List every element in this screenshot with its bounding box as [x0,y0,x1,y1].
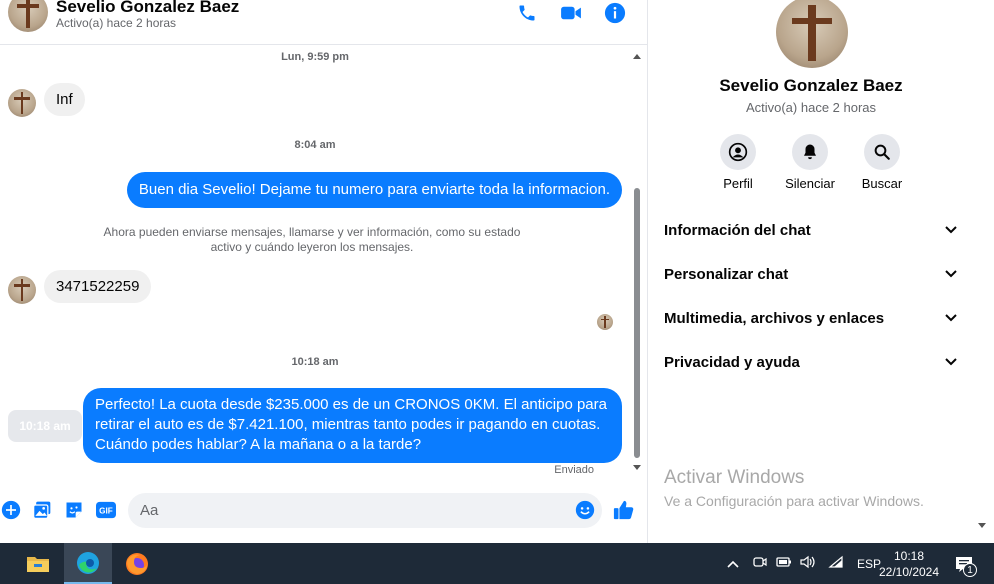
chevron-down-icon [944,355,958,369]
firefox-icon[interactable] [113,543,161,584]
notice-line: Ahora pueden enviarse mensajes, llamarse… [103,225,521,239]
search-label: Buscar [861,176,903,191]
sent-status: Enviado [554,464,594,476]
panel-contact-name: Sevelio Gonzalez Baez [719,76,903,95]
section-chat-info[interactable]: Información del chat [648,210,974,250]
activate-windows-subtitle: Ve a Configuración para activar Windows. [664,493,924,509]
clock-date: 22/10/2024 [878,565,940,579]
add-icon[interactable] [0,499,22,521]
search-button[interactable]: Buscar [846,134,918,191]
notice-line: activo y cuándo leyeron los mensajes. [210,240,414,254]
message-line: Perfecto! La cuota desde $235.000 es de … [95,396,607,413]
section-customize-chat[interactable]: Personalizar chat [648,254,974,294]
photo-icon[interactable] [31,499,53,521]
incoming-message[interactable]: Inf [44,83,85,116]
chat-header: Sevelio Gonzalez Baez Activo(a) hace 2 h… [0,0,647,45]
wifi-icon[interactable] [824,555,848,572]
section-privacy-help[interactable]: Privacidad y ayuda [648,342,974,382]
volume-icon[interactable] [796,555,820,572]
message-input[interactable] [128,493,602,528]
video-icon[interactable] [559,2,583,24]
message-avatar [8,276,36,304]
message-line: Cuándo podes hablar? A la mañana o a la … [95,436,422,453]
bell-icon [792,134,828,170]
message-avatar [8,89,36,117]
encryption-notice: Ahora pueden enviarse mensajes, llamarse… [92,225,532,255]
composer: GIF [0,490,647,532]
edge-icon[interactable] [64,543,112,584]
chevron-down-icon [944,311,958,325]
contact-name[interactable]: Sevelio Gonzalez Baez [56,0,239,17]
timestamp: 8:04 am [294,139,336,151]
contact-avatar[interactable] [8,0,48,32]
windows-taskbar: ESP 10:18 22/10/2024 1 [0,543,994,584]
panel-scroll-down-arrow[interactable] [978,523,986,528]
sticker-icon[interactable] [63,499,85,521]
chat-info-panel: Sevelio Gonzalez Baez Activo(a) hace 2 h… [648,0,994,543]
battery-icon[interactable] [772,556,796,571]
chevron-down-icon [944,223,958,237]
system-tray: ESP [724,543,884,584]
messenger-window: Sevelio Gonzalez Baez Activo(a) hace 2 h… [0,0,994,584]
outgoing-message[interactable]: Perfecto! La cuota desde $235.000 es de … [83,388,622,463]
timestamp: 10:18 am [291,356,339,368]
outgoing-message[interactable]: Buen dia Sevelio! Dejame tu numero para … [126,172,622,208]
contact-profile-photo[interactable] [776,0,848,68]
seen-indicator-avatar [597,314,613,330]
search-icon [864,134,900,170]
timestamp: Lun, 9:59 pm [281,51,349,63]
taskbar-clock[interactable]: 10:18 22/10/2024 [870,548,948,580]
mute-label: Silenciar [785,176,835,191]
gif-icon[interactable]: GIF [94,499,118,521]
clock-time: 10:18 [893,549,925,563]
mute-button[interactable]: Silenciar [774,134,846,191]
scroll-down-arrow[interactable] [633,465,641,470]
notification-center-icon[interactable]: 1 [950,543,980,584]
section-label: Privacidad y ayuda [664,353,800,371]
message-list: Lun, 9:59 pm Inf 8:04 am Buen dia Seveli… [0,46,630,486]
profile-label: Perfil [723,176,753,191]
section-media-files-links[interactable]: Multimedia, archivos y enlaces [648,298,974,338]
profile-button[interactable]: Perfil [702,134,774,191]
phone-icon[interactable] [515,2,539,24]
hover-time-tooltip: 10:18 am [8,410,82,442]
message-line: retirar el auto es de $7.421.100, mientr… [95,416,601,433]
gif-label: GIF [99,507,113,516]
chat-pane: Sevelio Gonzalez Baez Activo(a) hace 2 h… [0,0,648,543]
emoji-icon[interactable] [574,499,596,521]
like-icon[interactable] [613,499,635,521]
section-label: Información del chat [664,221,811,239]
file-explorer-icon[interactable] [14,543,62,584]
activate-windows-title: Activar Windows [664,467,805,488]
meet-now-icon[interactable] [748,555,772,572]
section-label: Personalizar chat [664,265,789,283]
info-icon[interactable] [603,2,627,24]
notification-count-badge: 1 [963,563,977,577]
message-scrollbar[interactable] [630,50,644,472]
profile-icon [720,134,756,170]
chevron-up-icon[interactable] [724,557,742,571]
contact-status: Activo(a) hace 2 horas [56,16,177,30]
incoming-message[interactable]: 3471522259 [44,270,152,303]
scroll-thumb[interactable] [634,188,640,458]
section-label: Multimedia, archivos y enlaces [664,309,885,327]
chevron-down-icon [944,267,958,281]
panel-contact-status: Activo(a) hace 2 horas [745,100,877,115]
scroll-up-arrow[interactable] [633,54,641,59]
